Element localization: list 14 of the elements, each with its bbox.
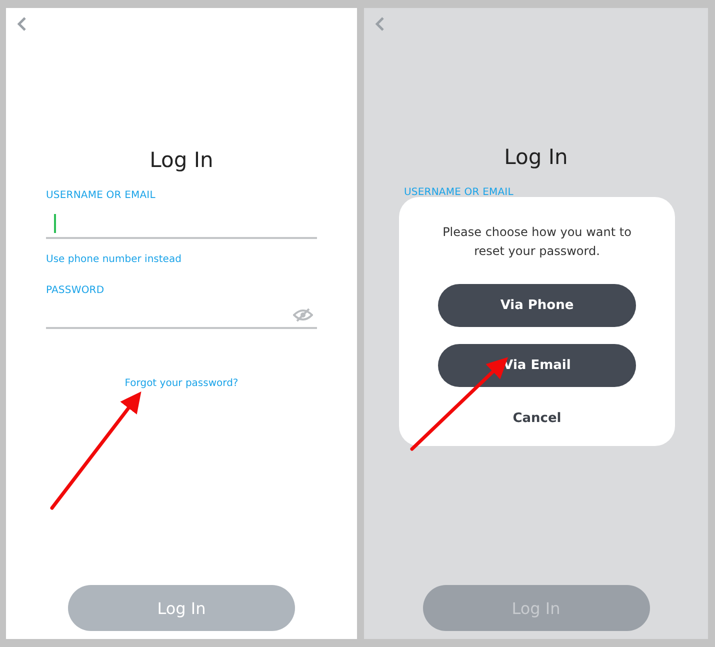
screen-title: Log In	[150, 148, 214, 172]
cancel-button[interactable]: Cancel	[504, 407, 570, 430]
field-label: PASSWORD	[46, 285, 106, 296]
option-button[interactable]: Via Phone	[438, 284, 636, 327]
field-label: USERNAME OR EMAIL	[46, 190, 156, 201]
dialog-message: Please choose how you want to reset your password.	[442, 224, 632, 260]
phone-number-link[interactable]: Use phone number instead	[46, 254, 182, 265]
screen-title: Log In	[504, 145, 568, 169]
login-button[interactable]: Log In	[68, 585, 295, 631]
back-icon[interactable]	[374, 16, 386, 32]
back-icon[interactable]	[16, 16, 28, 32]
hidden-eye-icon[interactable]	[293, 308, 313, 322]
field-label: USERNAME OR EMAIL	[404, 187, 514, 198]
forgot-password-link[interactable]: Forgot your password?	[124, 378, 238, 389]
